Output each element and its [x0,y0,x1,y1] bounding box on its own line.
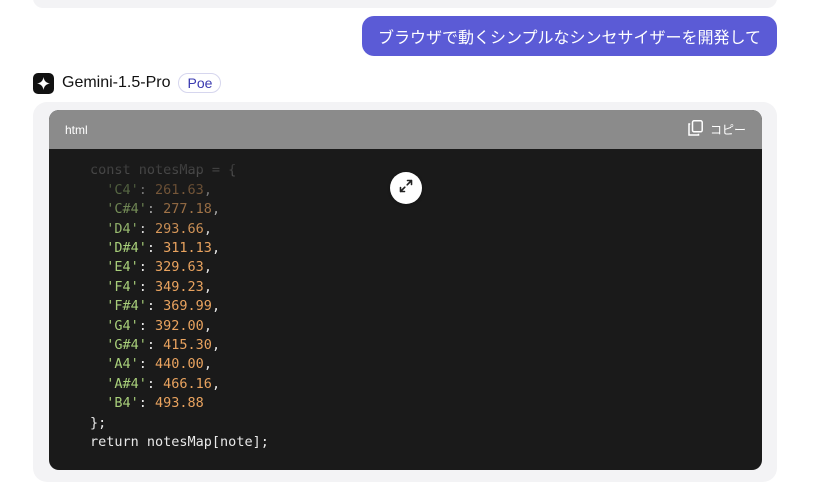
code-token: 329.63 [155,259,204,276]
code-token: , [211,201,221,218]
code-token: 369.99 [163,298,212,315]
code-token: return [90,434,139,450]
code-token: : [138,356,156,373]
code-token: 466.16 [163,375,212,392]
code-line: 'C4': 261.63, [90,181,212,200]
code-language-label: html [65,122,88,137]
code-token: : [146,337,164,353]
code-token: 349.23 [155,278,204,295]
code-token: , [203,181,212,198]
code-block-header: html コピー [49,110,762,149]
code-line: 'G4': 392.00, [90,317,212,336]
code-line: 'G#4': 415.30, [90,336,220,355]
code-token: 'G4' [106,317,139,334]
code-token: 415.30 [163,337,212,353]
copy-button[interactable]: コピー [688,120,746,139]
code-token: }; [90,414,107,431]
code-token: , [211,337,221,353]
code-line: 'A4': 440.00, [90,355,212,374]
code-token: 'D#4' [106,240,147,256]
code-token: 277.18 [163,201,212,218]
code-token: : [138,395,156,412]
code-token: : [146,375,164,392]
code-token: : [146,240,164,256]
code-line: 'D4': 293.66, [90,220,212,239]
code-token: : [146,201,164,218]
bot-name[interactable]: Gemini-1.5-Pro [62,74,170,92]
code-line: const notesMap = { [90,161,236,180]
sparkle-icon[interactable] [33,72,54,94]
code-token: 'C4' [106,181,139,198]
code-token: : [138,317,156,334]
user-message-text: ブラウザで動くシンプルなシンセサイザーを開発して [377,30,761,47]
code-token: : [138,181,156,198]
expand-icon [399,179,413,198]
code-token: : [138,220,156,237]
user-message-bubble: ブラウザで動くシンプルなシンセサイザーを開発して [361,16,777,56]
code-token: : [146,298,164,315]
code-token: 'A4' [106,356,139,373]
expand-button[interactable] [390,172,422,204]
code-token: , [203,317,212,334]
code-token: notesMap[note]; [138,434,269,450]
copy-icon [688,120,703,139]
code-token: 261.63 [155,181,204,198]
code-token: 'E4' [106,259,139,276]
code-block: html コピー const notesMap = { 'C4': 261.63… [49,110,762,470]
code-line: 'E4': 329.63, [90,258,212,277]
code-token: 293.66 [155,220,204,237]
code-token: , [211,375,221,392]
code-token: 'D4' [106,220,139,237]
previous-message-card [33,0,777,8]
code-token: 392.00 [155,317,204,334]
code-token: , [203,259,212,276]
code-line: }; [90,414,106,433]
bot-platform-badge: Poe [178,73,222,93]
bot-header: Gemini-1.5-Pro Poe [33,72,222,94]
code-token: , [211,298,221,315]
code-token: 'F#4' [106,298,147,315]
code-token: : [138,259,156,276]
code-line: 'F#4': 369.99, [90,297,220,316]
code-token: , [203,220,212,237]
code-line: 'A#4': 466.16, [90,375,220,394]
code-token: 'G#4' [106,337,147,353]
code-token: 'F4' [106,278,139,295]
code-line: 'B4': 493.88 [90,394,204,413]
code-token: const notesMap = { [90,162,237,179]
code-line: 'F4': 349.23, [90,278,212,297]
code-token: 'A#4' [106,375,147,392]
code-token: , [211,240,221,256]
code-token: 'C#4' [106,201,147,218]
code-token: 440.00 [155,356,204,373]
code-token: 'B4' [106,395,139,412]
code-token: , [203,356,212,373]
code-token: , [203,278,212,295]
code-token: : [138,278,156,295]
code-token: 493.88 [155,395,204,412]
code-line: 'C#4': 277.18, [90,200,220,219]
code-line: return notesMap[note]; [90,433,269,452]
copy-label: コピー [709,123,746,137]
code-token: 311.13 [163,240,212,256]
code-line: 'D#4': 311.13, [90,239,220,258]
